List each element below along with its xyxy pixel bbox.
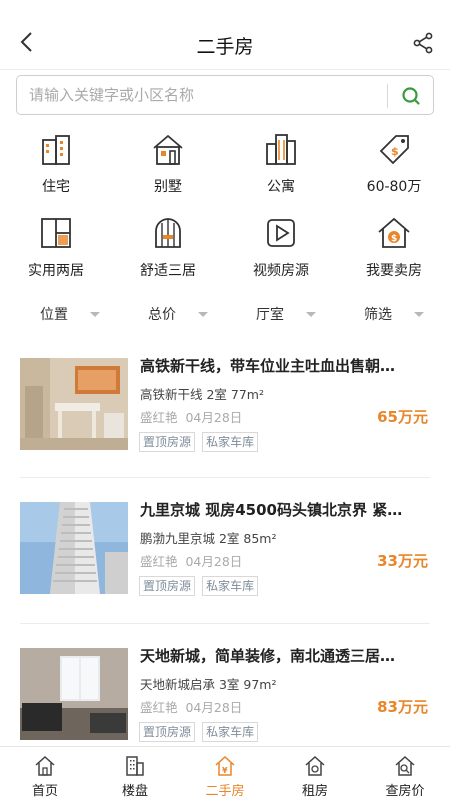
apartment-icon [266, 134, 296, 165]
listing-title: 天地新城，简单装修，南北通透三居… [140, 647, 396, 665]
filter-label: 总价 [148, 307, 176, 323]
search-icon[interactable] [399, 84, 423, 108]
video-icon [267, 219, 295, 247]
nav-secondhand[interactable]: ¥ 二手房 [180, 747, 270, 799]
nav-rent[interactable]: 租房 [270, 747, 360, 799]
listing-agent: 盛红艳 [140, 410, 178, 425]
villa-icon [153, 134, 183, 165]
filter-label: 位置 [40, 307, 68, 323]
category-label: 公寓 [267, 179, 295, 195]
category-residence[interactable]: 住宅 [0, 126, 112, 206]
listing-date: 04月28日 [185, 410, 243, 425]
filter-label: 筛选 [364, 307, 392, 323]
tag-badge: 置顶房源 [139, 576, 196, 596]
listing-price: 83万元 [377, 698, 428, 716]
svg-text:¥: ¥ [222, 766, 228, 775]
building-icon [126, 756, 144, 776]
rent-icon [305, 755, 325, 776]
caret-down-icon [90, 312, 100, 317]
category-label: 我要卖房 [366, 263, 422, 279]
listing-tags: 置顶房源 私家车库 [139, 575, 260, 596]
category-label: 60-80万 [366, 179, 422, 195]
listing-date: 04月28日 [185, 700, 243, 715]
divider [20, 477, 430, 478]
filter-label: 厅室 [256, 307, 284, 323]
listing-meta: 盛红艳 04月28日 [140, 551, 242, 570]
listing-photo [20, 358, 128, 450]
search-input[interactable] [29, 76, 369, 114]
price-search-icon [395, 755, 415, 776]
nav-label: 租房 [301, 784, 328, 799]
category-label: 别墅 [154, 179, 182, 195]
caret-down-icon [198, 312, 208, 317]
residence-icon [42, 135, 70, 165]
three-room-icon [155, 218, 181, 248]
sell-house-icon: $ [378, 217, 410, 248]
search-bar [16, 75, 434, 115]
category-two-room[interactable]: 实用两居 [0, 210, 112, 290]
tag-badge: 私家车库 [202, 432, 259, 452]
nav-price-check[interactable]: 查房价 [360, 747, 450, 799]
filter-total-price[interactable]: 总价 [108, 298, 220, 330]
caret-down-icon [306, 312, 316, 317]
listing-meta: 盛红艳 04月28日 [140, 697, 242, 716]
listing-price: 33万元 [377, 552, 428, 570]
listing-agent: 盛红艳 [140, 554, 178, 569]
listing-tags: 置顶房源 私家车库 [139, 721, 260, 742]
listing-title: 高铁新干线，带车位业主吐血出售朝… [140, 357, 396, 375]
listing-date: 04月28日 [185, 554, 243, 569]
nav-label: 二手房 [205, 784, 245, 799]
caret-down-icon [414, 312, 424, 317]
svg-text:$: $ [391, 145, 399, 158]
category-villa[interactable]: 别墅 [112, 126, 224, 206]
tag-badge: 私家车库 [202, 576, 259, 596]
filter-rooms[interactable]: 厅室 [216, 298, 328, 330]
listing-detail: 鹏渤九里京城 2室 85m² [140, 531, 277, 546]
listing-item[interactable]: 九里京城 现房4500码头镇北京界 紧… 鹏渤九里京城 2室 85m² 盛红艳 … [0, 501, 450, 627]
category-video[interactable]: 视频房源 [225, 210, 337, 290]
category-label: 实用两居 [28, 263, 84, 279]
filter-bar: 位置 总价 厅室 筛选 [0, 298, 450, 330]
listing-photo [20, 648, 128, 740]
nav-label: 首页 [31, 784, 58, 799]
listing-detail: 天地新城启承 3室 97m² [140, 677, 277, 692]
listing-title: 九里京城 现房4500码头镇北京界 紧… [140, 501, 403, 519]
listing-detail: 高铁新干线 2室 77m² [140, 387, 264, 402]
tag-badge: 置顶房源 [139, 722, 196, 742]
listing-photo [20, 502, 128, 594]
price-tag-icon: $ [379, 135, 409, 165]
category-label: 视频房源 [253, 263, 309, 279]
share-icon[interactable] [412, 32, 434, 54]
page-title: 二手房 [196, 36, 254, 58]
nav-buildings[interactable]: 楼盘 [90, 747, 180, 799]
listing-price: 65万元 [377, 408, 428, 426]
search-divider [387, 84, 388, 108]
listing-agent: 盛红艳 [140, 700, 178, 715]
listing-meta: 盛红艳 04月28日 [140, 407, 242, 426]
category-sell-house[interactable]: $ 我要卖房 [338, 210, 450, 290]
nav-label: 查房价 [385, 784, 425, 799]
nav-label: 楼盘 [121, 784, 148, 799]
tag-badge: 私家车库 [202, 722, 259, 742]
divider [20, 623, 430, 624]
top-bar: 二手房 [0, 0, 450, 70]
two-room-icon [41, 218, 71, 248]
svg-text:$: $ [391, 234, 397, 244]
category-three-room[interactable]: 舒适三居 [112, 210, 224, 290]
home-icon [35, 755, 55, 776]
category-label: 住宅 [42, 179, 70, 195]
category-apartment[interactable]: 公寓 [225, 126, 337, 206]
listing-tags: 置顶房源 私家车库 [139, 431, 260, 452]
filter-more[interactable]: 筛选 [324, 298, 436, 330]
filter-location[interactable]: 位置 [0, 298, 112, 330]
secondhand-house-icon: ¥ [215, 755, 235, 776]
listing-item[interactable]: 高铁新干线，带车位业主吐血出售朝… 高铁新干线 2室 77m² 盛红艳 04月2… [0, 357, 450, 483]
nav-home[interactable]: 首页 [0, 747, 90, 799]
tag-badge: 置顶房源 [139, 432, 196, 452]
category-label: 舒适三居 [140, 263, 196, 279]
category-price-range[interactable]: $ 60-80万 [338, 126, 450, 206]
bottom-nav: 首页 楼盘 ¥ 二手房 租房 查房价 [0, 746, 450, 799]
